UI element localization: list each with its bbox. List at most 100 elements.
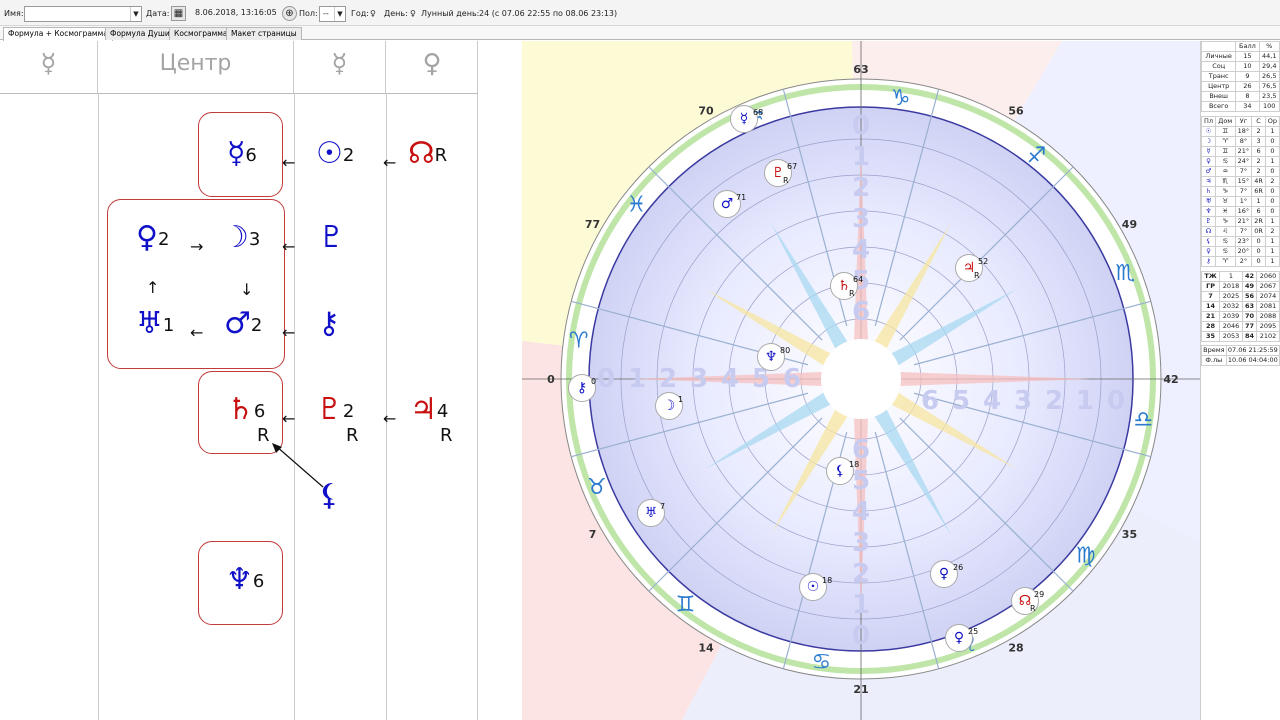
planet-marker[interactable]: ♀ 26 (930, 560, 963, 588)
scale-digit: 5 (952, 386, 970, 416)
zodiac-sign-icon: ♋ (811, 650, 831, 675)
date-field[interactable]: 8.06.2018, 13:16:05 (192, 6, 282, 22)
divider (386, 93, 387, 720)
table-row: ♀ ♋ 20° 0 1 (1201, 246, 1280, 257)
arrow-left-icon: ← (282, 153, 296, 172)
zodiac-sign-icon: ♐ (1027, 143, 1047, 168)
mercury-icon[interactable]: ☿6 (227, 137, 257, 171)
chiron-icon[interactable]: ⚷ (318, 307, 340, 341)
arrow-right-icon: → (190, 237, 204, 256)
table-row: ♅ ♉ 1° 1 0 (1201, 196, 1280, 207)
planet-marker[interactable]: ☉ 18 (799, 573, 832, 601)
north-node-icon[interactable]: ☊R (408, 137, 447, 171)
name-select[interactable]: ▼ (24, 6, 142, 22)
planet-marker[interactable]: ♄ 64 R (830, 272, 863, 300)
mercury-icon: ☿ (294, 41, 386, 93)
tab-formula-cosmogram[interactable]: Формула + Космограмма (3, 27, 113, 41)
table-row: Соц 10 29,4 (1200, 61, 1280, 72)
pluto-icon[interactable]: ♇ (318, 221, 345, 255)
table-row: ⚷ ♈ 2° 0 1 (1201, 256, 1280, 267)
pluto-icon[interactable]: ♇2 R (316, 393, 359, 447)
zodiac-sign-icon: ♊ (676, 593, 696, 618)
divider (98, 93, 99, 720)
planet-marker[interactable]: ⚸ 18 (826, 457, 859, 485)
table-row: Внеш 8 23,5 (1200, 91, 1280, 102)
mars-icon[interactable]: ♂2 (224, 307, 262, 341)
planet-marker[interactable]: ☿ 68 (730, 105, 763, 133)
lilith-icon[interactable]: ⚸ (318, 479, 340, 513)
planet-marker[interactable]: ♀ 25 (945, 624, 978, 652)
arrow-left-icon: ← (383, 153, 397, 172)
uranus-icon[interactable]: ♅1 (136, 307, 174, 341)
calendar-icon[interactable]: ▦ (171, 6, 186, 21)
age-marker: 70 (698, 105, 714, 118)
table-row: 14 2032 63 2081 (1200, 301, 1280, 312)
jupiter-icon[interactable]: ♃4 R (410, 393, 453, 447)
scale-digit: 0 (852, 111, 870, 141)
table-row: 35 2053 84 2102 (1200, 331, 1280, 342)
venus-icon: ♀ (370, 9, 376, 18)
planet-marker[interactable]: ⚷ 0 (568, 374, 596, 402)
arrow-left-icon: ← (190, 323, 204, 342)
planet-table: Пл Дом Уг С Ор ☉ ♊ 18° 2 1 ☽ ♈ 8° 3 0 ☿ ♊ 21° 6 0 ♀ ♋ 24° 2 1 ♂ ♒… (1201, 116, 1280, 267)
planet-marker[interactable]: ☊ 29 R (1011, 587, 1044, 615)
gender-label: Пол: (299, 9, 318, 18)
tab-cosmogram[interactable]: Космограмма (169, 27, 233, 40)
age-marker: 56 (1008, 105, 1024, 118)
saturn-icon[interactable]: ♄6 R (227, 393, 270, 447)
chevron-down-icon[interactable]: ▼ (130, 7, 141, 21)
toolbar: Имя: ▼ Дата: ▦ 8.06.2018, 13:16:05 ⊕ Пол… (0, 0, 1280, 26)
scale-digit: 1 (852, 142, 870, 172)
table-row: ♇ ♑ 21° 2R 1 (1201, 216, 1280, 227)
center-header: Центр (98, 41, 294, 93)
planet-marker[interactable]: ♅ 7 (637, 499, 665, 527)
scale-digit: 4 (852, 497, 870, 527)
venus-icon[interactable]: ♀2 (136, 221, 169, 255)
age-marker: 42 (1163, 373, 1178, 386)
age-marker: 21 (853, 683, 868, 696)
moon-icon[interactable]: ☽3 (222, 221, 260, 255)
tab-page-layout[interactable]: Макет страницы (226, 27, 302, 40)
table-row: ТЖ 1 42 2060 (1200, 271, 1280, 282)
tab-bar: Формула + Космограмма Формула Души Космо… (0, 26, 1280, 41)
gender-select[interactable]: -- ▼ (319, 6, 346, 22)
arrow-left-icon: ← (383, 409, 397, 428)
table-row: ☽ ♈ 8° 3 0 (1201, 136, 1280, 147)
stats-panel: Балл% Личные 15 44,1 Соц 10 29,4 Транс 9 26,5 … (1200, 41, 1280, 720)
scale-digit: 4 (983, 386, 1001, 416)
table-row: ГР 2018 49 2067 (1200, 281, 1280, 292)
age-marker: 0 (547, 373, 555, 386)
age-marker: 77 (585, 218, 600, 231)
globe-icon[interactable]: ⊕ (282, 6, 297, 21)
cosmogram[interactable]: 6356494235282114707770♑♐♏♎♍♌♋♊♉♈♓♒000011… (522, 41, 1200, 720)
scale-digit: 3 (690, 364, 708, 394)
neptune-icon[interactable]: ♆6 (226, 563, 264, 597)
scale-digit: 2 (1045, 386, 1063, 416)
planet-marker[interactable]: ♂ 71 (713, 190, 746, 218)
year-label: Год: (351, 9, 369, 18)
table-row: Транс 9 26,5 (1200, 71, 1280, 82)
zodiac-sign-icon: ♏ (1115, 261, 1135, 286)
planet-marker[interactable]: ♃ 52 R (955, 254, 988, 282)
sun-icon[interactable]: ☉2 (316, 137, 354, 171)
tab-soul-formula[interactable]: Формула Души (105, 27, 175, 40)
arrow-left-icon: ← (282, 409, 296, 428)
planet-marker[interactable]: ♇ 67 R (764, 159, 797, 187)
planet-marker[interactable]: ☽ 1 (655, 392, 683, 420)
date-label: Дата: (146, 9, 170, 18)
table-row: ♃ ♏ 15° 4R 2 (1201, 176, 1280, 187)
planet-marker[interactable]: ♆ 80 (757, 343, 790, 371)
table-row: 28 2046 77 2095 (1200, 321, 1280, 332)
divider (0, 93, 478, 94)
arrow-down-icon: ↓ (240, 280, 254, 299)
chevron-down-icon[interactable]: ▼ (334, 7, 345, 21)
scale-digit: 1 (628, 364, 646, 394)
table-row: ☿ ♊ 21° 6 0 (1201, 146, 1280, 157)
scale-digit: 0 (1107, 386, 1125, 416)
scale-digit: 3 (1014, 386, 1032, 416)
zodiac-sign-icon: ♓ (627, 193, 647, 218)
scale-digit: 4 (852, 235, 870, 265)
cosmogram-canvas: 6356494235282114707770♑♐♏♎♍♌♋♊♉♈♓♒000011… (522, 41, 1200, 720)
zodiac-sign-icon: ♍ (1076, 543, 1096, 568)
score-table: Балл% Личные 15 44,1 Соц 10 29,4 Транс 9 26,5 … (1200, 41, 1280, 112)
